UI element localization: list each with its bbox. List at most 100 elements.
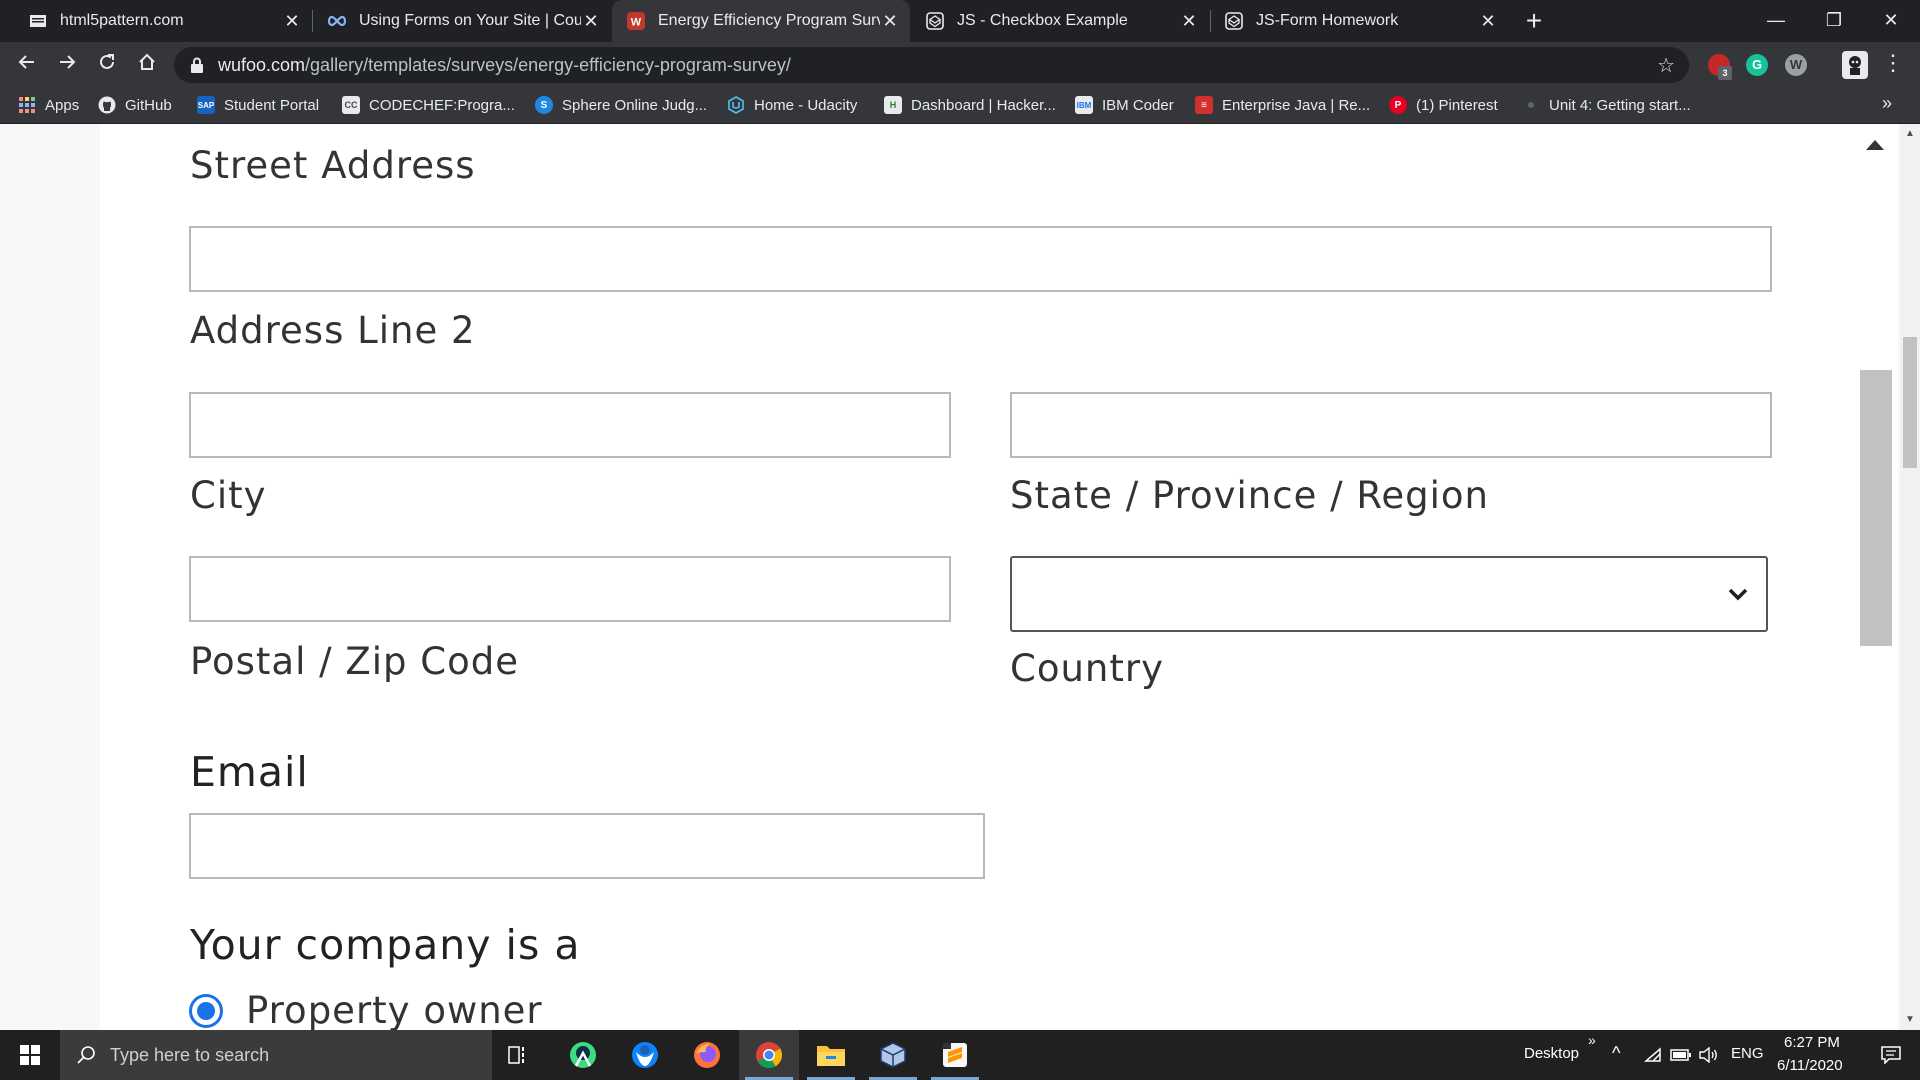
tab-close-button[interactable]: ✕: [880, 11, 900, 32]
profile-avatar[interactable]: [1842, 51, 1868, 79]
street-address-input[interactable]: [189, 226, 1772, 292]
restore-button[interactable]: ❐: [1805, 0, 1863, 42]
window-scroll-thumb[interactable]: [1903, 337, 1917, 468]
tab-title: JS - Checkbox Example: [957, 12, 1128, 29]
file-explorer-icon[interactable]: [801, 1030, 861, 1080]
desktop-toolbar-chevron[interactable]: »: [1588, 1032, 1596, 1048]
reload-button[interactable]: [89, 47, 125, 83]
chrome-icon[interactable]: [739, 1030, 799, 1080]
extension-w-icon[interactable]: W: [1785, 54, 1807, 76]
clock-date[interactable]: 6/11/2020: [1777, 1057, 1843, 1074]
wifi-icon[interactable]: [1640, 1030, 1666, 1080]
bookmark-apps[interactable]: Apps: [18, 87, 79, 123]
city-label: City: [190, 474, 267, 517]
desktop-toolbar-label[interactable]: Desktop: [1524, 1045, 1579, 1062]
bookmark-student-portal[interactable]: SAP Student Portal: [197, 87, 319, 123]
state-label: State / Province / Region: [1010, 474, 1490, 517]
bookmark-label: Home - Udacity: [754, 96, 858, 114]
hackerrank-icon: H: [884, 96, 902, 114]
minimize-button[interactable]: —: [1747, 0, 1805, 42]
country-select[interactable]: [1010, 556, 1768, 632]
battery-icon[interactable]: [1668, 1030, 1694, 1080]
property-owner-label[interactable]: Property owner: [246, 989, 543, 1030]
tab-close-button[interactable]: ✕: [282, 11, 302, 32]
virtualbox-icon[interactable]: [863, 1030, 923, 1080]
firefox-icon[interactable]: [677, 1030, 737, 1080]
apps-grid-icon: [18, 96, 36, 114]
page-scroll-thumb[interactable]: [1860, 370, 1892, 646]
bookmark-label: Sphere Online Judg...: [562, 96, 708, 114]
sublime-icon[interactable]: [925, 1030, 985, 1080]
tab-close-button[interactable]: ✕: [1478, 11, 1498, 32]
tab-title: html5pattern.com: [60, 12, 184, 29]
tab-close-button[interactable]: ✕: [581, 11, 601, 32]
volume-icon[interactable]: [1696, 1030, 1722, 1080]
bookmarks-overflow-button[interactable]: »: [1882, 93, 1892, 114]
window-scrollbar[interactable]: ▲ ▼: [1900, 124, 1920, 1030]
forward-arrow-icon: [60, 55, 76, 69]
page-viewport: Street Address Address Line 2 City State…: [0, 124, 1900, 1030]
tab-using-forms[interactable]: Using Forms on Your Site | Course ✕: [313, 0, 611, 42]
bookmark-codechef[interactable]: CC CODECHEF:Progra...: [342, 87, 515, 123]
address-line2-input[interactable]: [189, 392, 951, 458]
email-heading: Email: [190, 748, 309, 796]
bookmark-ibm-coder[interactable]: IBM IBM Coder: [1075, 87, 1174, 123]
country-label: Country: [1010, 647, 1164, 690]
bookmark-label: Student Portal: [224, 96, 320, 114]
bookmark-star-icon[interactable]: ☆: [1657, 53, 1675, 78]
email-input[interactable]: [189, 813, 985, 879]
thunderbird-icon[interactable]: [615, 1030, 675, 1080]
form-page: Street Address Address Line 2 City State…: [100, 124, 1860, 1030]
bookmark-hackerrank[interactable]: H Dashboard | Hacker...: [884, 87, 1056, 123]
task-view-icon[interactable]: [489, 1030, 549, 1080]
window-scroll-up-icon[interactable]: ▲: [1904, 128, 1916, 139]
bookmark-label: (1) Pinterest: [1416, 96, 1498, 114]
avatar-face-icon: [1849, 56, 1861, 75]
tab-title: JS-Form Homework: [1256, 12, 1399, 29]
tab-checkbox-example[interactable]: JS - Checkbox Example ✕: [911, 0, 1209, 42]
page-scrollbar[interactable]: [1860, 124, 1898, 1030]
scroll-up-arrow-icon[interactable]: [1866, 140, 1884, 150]
udacity-icon: [727, 96, 745, 114]
java-icon: ≡: [1195, 96, 1213, 114]
github-icon: [98, 96, 116, 114]
notification-center-icon[interactable]: [1866, 1030, 1916, 1080]
state-input[interactable]: [189, 556, 951, 622]
tab-energy-efficiency[interactable]: W Energy Efficiency Program Survey ✕: [612, 0, 910, 42]
forward-button[interactable]: [49, 47, 85, 83]
bookmark-pinterest[interactable]: P (1) Pinterest: [1389, 87, 1498, 123]
search-icon: [77, 1046, 95, 1064]
bookmark-github[interactable]: GitHub: [98, 87, 172, 123]
home-button[interactable]: [129, 47, 165, 83]
city-input[interactable]: [1010, 392, 1772, 458]
tab-close-button[interactable]: ✕: [1179, 11, 1199, 32]
clock-time[interactable]: 6:27 PM: [1784, 1034, 1840, 1051]
address-bar[interactable]: wufoo.com/gallery/templates/surveys/ener…: [174, 47, 1689, 83]
android-studio-icon[interactable]: [553, 1030, 613, 1080]
grammarly-icon[interactable]: G: [1746, 54, 1768, 76]
back-button[interactable]: [9, 47, 45, 83]
tab-html5pattern[interactable]: html5pattern.com ✕: [14, 0, 312, 42]
start-button[interactable]: [0, 1030, 60, 1080]
chrome-menu-button[interactable]: ⋮: [1882, 50, 1904, 76]
bookmark-label: Apps: [45, 96, 80, 114]
close-window-button[interactable]: ✕: [1862, 0, 1920, 42]
bookmark-unit4[interactable]: Unit 4: Getting start...: [1522, 87, 1691, 123]
bookmark-spoj[interactable]: S Sphere Online Judg...: [535, 87, 707, 123]
spoj-icon: S: [535, 96, 553, 114]
bookmark-label: Enterprise Java | Re...: [1222, 96, 1371, 114]
tray-overflow-chevron[interactable]: ^: [1612, 1043, 1620, 1064]
codepen-icon: [925, 11, 945, 31]
tab-form-homework[interactable]: JS-Form Homework ✕: [1210, 0, 1508, 42]
wufoo-icon: W: [626, 11, 646, 31]
bookmark-udacity[interactable]: Home - Udacity: [727, 87, 857, 123]
window-scroll-down-icon[interactable]: ▼: [1904, 1014, 1916, 1025]
property-owner-radio[interactable]: [189, 994, 223, 1028]
pinterest-icon: P: [1389, 96, 1407, 114]
new-tab-button[interactable]: +: [1519, 6, 1549, 36]
chevron-down-icon: [1728, 588, 1748, 601]
page-icon: [28, 11, 48, 31]
language-indicator[interactable]: ENG: [1731, 1045, 1764, 1062]
taskbar-search-box[interactable]: Type here to search: [60, 1030, 492, 1080]
bookmark-enterprise-java[interactable]: ≡ Enterprise Java | Re...: [1195, 87, 1370, 123]
